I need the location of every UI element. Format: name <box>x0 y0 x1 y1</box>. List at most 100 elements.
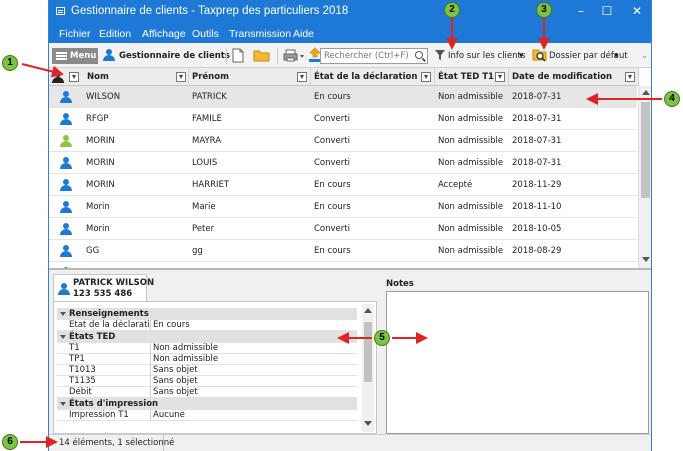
cell-etat: En cours <box>314 246 351 256</box>
property-key: T1 <box>67 343 151 354</box>
table-row[interactable]: MORIN MAYRA Converti Non admissible 2018-07-… <box>49 130 637 152</box>
property-row: TP1 Non admissible <box>57 354 357 365</box>
table-row[interactable]: MORIN LOUIS Converti Non admissible 2018-07-… <box>49 152 637 174</box>
column-header-nom[interactable]: Nom▼ <box>85 68 189 86</box>
client-manager-label[interactable]: Gestionnaire de clients <box>119 51 230 61</box>
date-filter-button[interactable] <box>625 72 635 82</box>
table-row[interactable]: RFGP FAMILE Converti Non admissible 2018-07-… <box>49 108 637 130</box>
print-icon[interactable] <box>283 49 305 62</box>
nom-filter-button[interactable] <box>176 72 186 82</box>
detail-area: PATRICK WILSON 123 535 486 Renseignement… <box>49 268 651 434</box>
property-key: T1013 <box>67 365 151 376</box>
menu-fichier[interactable]: Fichier <box>59 28 91 40</box>
cell-nom: MORIN <box>86 136 115 146</box>
hamburger-icon <box>56 52 67 54</box>
maximize-button[interactable]: ☐ <box>597 3 617 19</box>
cell-prenom: Peter <box>192 224 215 234</box>
menu-button[interactable]: Menu <box>52 48 98 64</box>
callout-5: 5 <box>374 330 390 346</box>
scrollbar-thumb[interactable] <box>641 102 650 198</box>
cell-nom: WILSON <box>86 92 121 102</box>
grid-vertical-scrollbar[interactable] <box>638 86 651 268</box>
property-group[interactable]: États TED <box>57 331 357 343</box>
table-row[interactable]: WILSON PATRICK En cours Non admissible 2018-… <box>49 86 637 108</box>
toolbar-overflow-chevron-icon[interactable]: ⌄ <box>641 51 648 61</box>
menu-aide[interactable]: Aide <box>293 28 314 40</box>
property-group[interactable]: États d'impression <box>57 398 357 410</box>
property-group-label: États d'impression <box>69 399 159 409</box>
cell-ted: Non admissible <box>438 92 504 102</box>
client-type-filter-button[interactable] <box>69 72 79 82</box>
cell-nom: MORIN <box>86 180 115 190</box>
client-sin: 123 535 486 <box>73 289 133 299</box>
cell-nom: MORIN <box>86 158 115 168</box>
notes-textarea[interactable] <box>386 291 649 434</box>
table-row[interactable]: Morin Marie En cours Non admissible 2018-11-… <box>49 196 637 218</box>
property-group-label: États TED <box>69 332 116 342</box>
table-row[interactable]: Morin Peter Converti Non admissible 2018-10-… <box>49 218 637 240</box>
property-value: Non admissible <box>153 343 219 353</box>
app-icon <box>56 7 65 15</box>
column-header-date[interactable]: Date de modification <box>509 68 639 86</box>
cell-date: 2018-07-31 <box>512 92 562 102</box>
property-row: État de la déclarationEn cours <box>57 320 357 331</box>
chevron-down-icon: ▾ <box>519 51 524 61</box>
prenom-filter-button[interactable] <box>297 72 307 82</box>
search-input[interactable] <box>324 50 409 62</box>
property-value: Aucune <box>153 410 185 420</box>
collapse-triangle-icon[interactable] <box>60 335 66 339</box>
client-info-filter[interactable]: Info sur les clients <box>448 51 525 61</box>
cell-nom: Morin <box>86 202 110 212</box>
property-value: Sans objet <box>153 376 198 386</box>
status-text: 14 éléments, 1 sélectionné <box>59 438 175 448</box>
scroll-up-icon[interactable] <box>642 90 650 95</box>
ted-filter-button[interactable] <box>495 72 505 82</box>
client-icon <box>58 283 70 295</box>
menu-outils[interactable]: Outils <box>192 28 219 40</box>
cell-prenom: FAMILE <box>192 114 222 124</box>
table-row[interactable]: MORIN HARRIET En cours Accepté 2018-11-29 <box>49 174 637 196</box>
cell-etat: Converti <box>314 136 350 146</box>
title-bar: Gestionnaire de clients - Taxprep des pa… <box>49 0 651 23</box>
cell-etat: En cours <box>314 180 351 190</box>
cell-ted: Non admissible <box>438 114 504 124</box>
app-window: Gestionnaire de clients - Taxprep des pa… <box>48 0 652 451</box>
close-button[interactable]: ✕ <box>627 3 647 19</box>
client-detail-tab[interactable]: PATRICK WILSON 123 535 486 <box>53 274 154 302</box>
search-box[interactable] <box>320 48 428 64</box>
cell-prenom: HARRIET <box>192 180 230 190</box>
scrollbar-thumb[interactable] <box>364 322 372 382</box>
cell-etat: Converti <box>314 224 350 234</box>
toolbar-separator <box>226 48 227 64</box>
collapse-triangle-icon[interactable] <box>60 312 66 316</box>
new-document-icon[interactable] <box>232 48 244 63</box>
client-person-icon <box>60 157 72 169</box>
callout-6: 6 <box>2 434 18 450</box>
property-key: Impression T1 <box>67 410 151 421</box>
menu-edition[interactable]: Edition <box>99 28 131 40</box>
client-manager-icon <box>103 49 115 61</box>
menu-button-label: Menu <box>70 51 97 61</box>
minimize-button[interactable]: – <box>571 3 591 19</box>
property-scrollbar[interactable] <box>362 304 374 432</box>
callout-4: 4 <box>664 91 680 107</box>
cell-prenom: MAYRA <box>192 136 222 146</box>
property-group[interactable]: Renseignements <box>57 308 357 320</box>
scroll-down-icon[interactable] <box>642 257 650 262</box>
scroll-down-icon[interactable] <box>364 421 372 426</box>
column-header-prenom[interactable]: Prénom <box>189 68 311 86</box>
collapse-triangle-icon[interactable] <box>60 402 66 406</box>
scroll-up-icon[interactable] <box>364 308 372 313</box>
search-icon[interactable] <box>415 51 423 59</box>
menu-affichage[interactable]: Affichage <box>142 28 186 40</box>
menu-transmission[interactable]: Transmission <box>229 28 291 40</box>
open-folder-icon[interactable] <box>253 49 271 62</box>
cell-etat: Converti <box>314 114 350 124</box>
cell-date: 2018-07-31 <box>512 114 562 124</box>
menu-bar: Fichier Edition Affichage Outils Transmi… <box>49 23 651 43</box>
table-row[interactable]: GG gg En cours Non admissible 2018-08-29 <box>49 240 637 262</box>
client-person-icon <box>60 91 72 103</box>
cell-prenom: PATRICK <box>192 92 227 102</box>
etat-filter-button[interactable] <box>421 72 431 82</box>
column-header-etat-declaration[interactable]: État de la déclaration <box>311 68 435 86</box>
